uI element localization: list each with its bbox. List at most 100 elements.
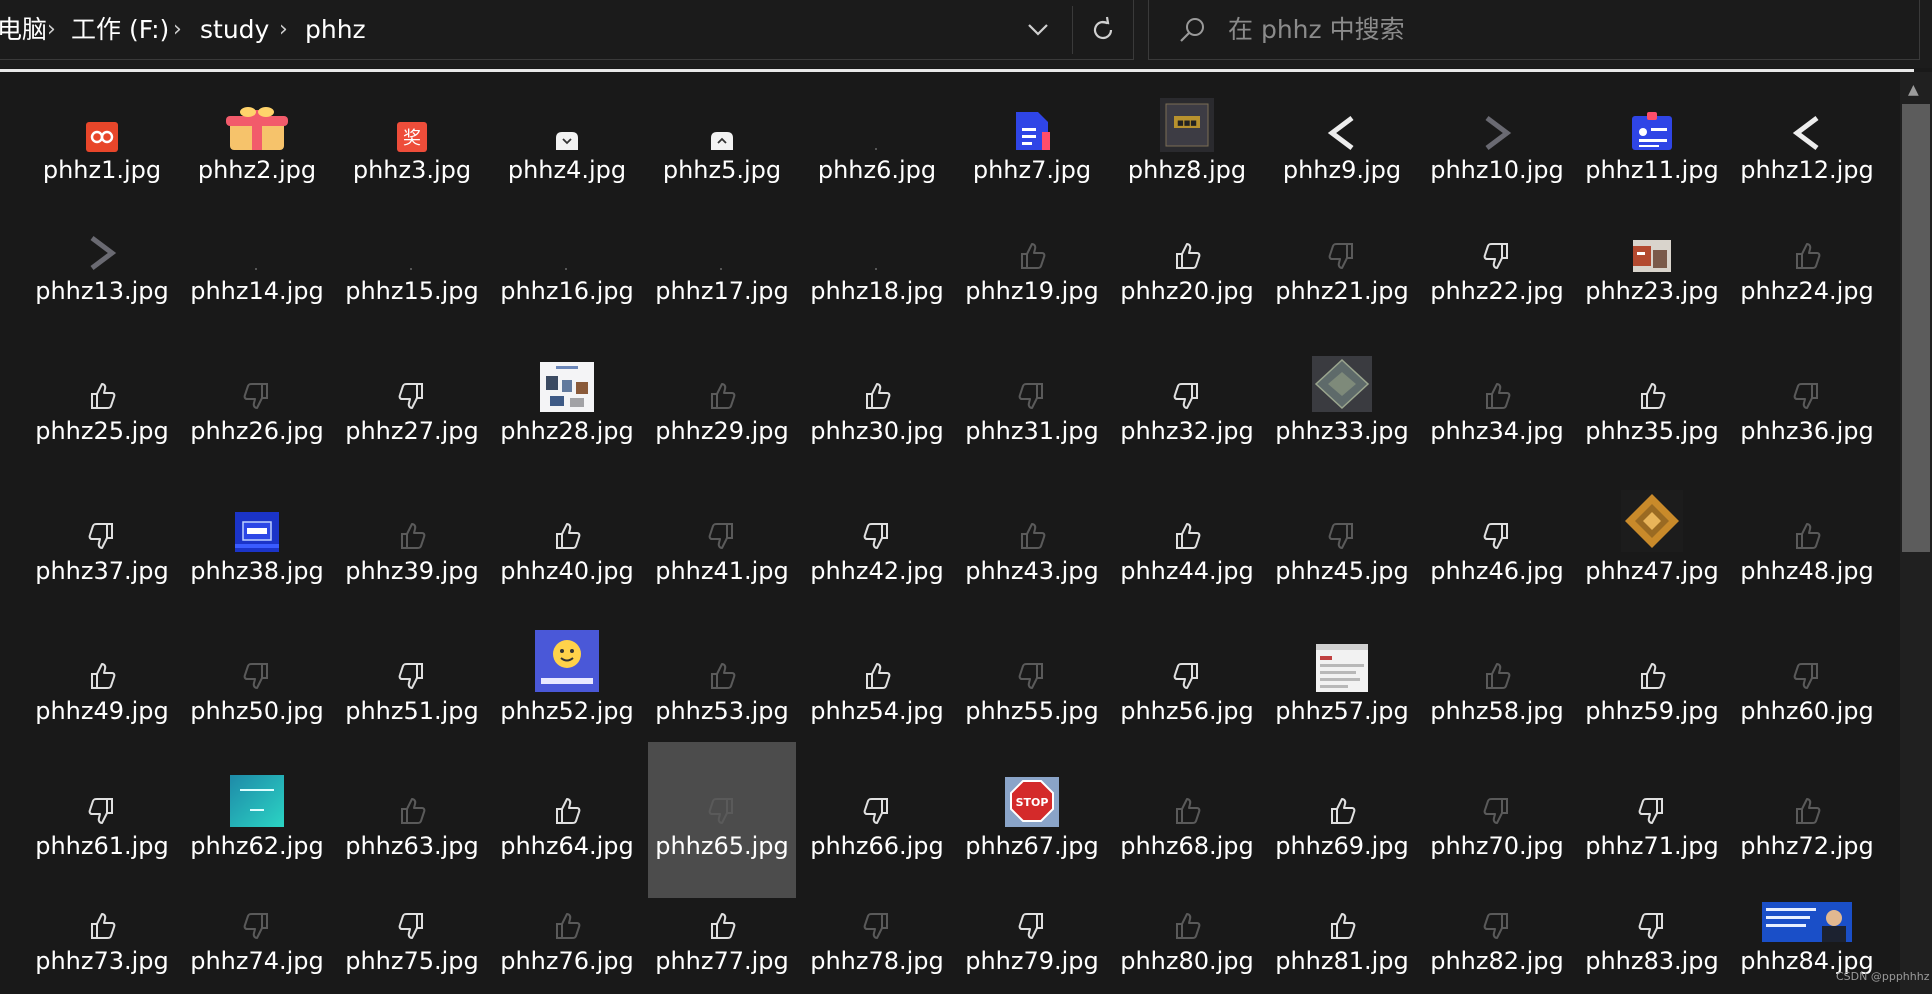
file-thumbnail [1113, 352, 1261, 412]
file-thumbnail [1733, 212, 1881, 272]
svg-text:奖: 奖 [403, 128, 421, 149]
file-item[interactable]: phhz78.jpg [803, 857, 951, 994]
file-item[interactable]: phhz82.jpg [1423, 857, 1571, 994]
file-item[interactable]: phhz28.jpg [493, 322, 641, 483]
file-item[interactable]: phhz13.jpg [28, 187, 176, 343]
file-name: phhz1.jpg [42, 156, 162, 184]
file-item[interactable]: phhz27.jpg [338, 322, 486, 483]
file-item[interactable]: phhz42.jpg [803, 462, 951, 623]
file-item[interactable]: phhz60.jpg [1733, 602, 1881, 763]
vertical-scrollbar[interactable]: ▲ [1900, 72, 1932, 994]
file-name: phhz25.jpg [35, 417, 169, 445]
file-item[interactable]: phhz14.jpg [183, 187, 331, 343]
file-item[interactable]: phhz48.jpg [1733, 462, 1881, 623]
file-item[interactable]: phhz81.jpg [1268, 857, 1416, 994]
file-item[interactable]: phhz76.jpg [493, 857, 641, 994]
file-item[interactable]: phhz77.jpg [648, 857, 796, 994]
search-input[interactable]: 在 phhz 中搜索 [1228, 14, 1405, 46]
file-item[interactable]: phhz79.jpg [958, 857, 1106, 994]
file-item[interactable]: phhz55.jpg [958, 602, 1106, 763]
file-name: phhz32.jpg [1120, 417, 1254, 445]
file-item[interactable]: phhz37.jpg [28, 462, 176, 623]
file-name: phhz30.jpg [810, 417, 944, 445]
file-item[interactable]: phhz80.jpg [1113, 857, 1261, 994]
file-item[interactable]: phhz30.jpg [803, 322, 951, 483]
file-name: phhz21.jpg [1275, 277, 1409, 305]
file-item[interactable]: phhz33.jpg [1268, 322, 1416, 483]
address-bar[interactable]: 电脑 › 工作 (F:) › study › phhz [0, 0, 1134, 60]
file-item[interactable]: phhz52.jpg [493, 602, 641, 763]
file-item[interactable]: phhz73.jpg [28, 857, 176, 994]
file-thumbnail [648, 767, 796, 827]
file-grid[interactable]: phhz1.jpg phhz2.jpg 奖 phhz3.jpg phhz4.jpg phh… [0, 72, 1900, 994]
file-item[interactable]: phhz35.jpg [1578, 322, 1726, 483]
file-item[interactable]: phhz57.jpg [1268, 602, 1416, 763]
file-thumbnail [28, 632, 176, 692]
file-item[interactable]: phhz36.jpg [1733, 322, 1881, 483]
file-item[interactable]: phhz17.jpg [648, 187, 796, 343]
file-item[interactable]: phhz24.jpg [1733, 187, 1881, 343]
file-item[interactable]: phhz29.jpg [648, 322, 796, 483]
file-name: phhz7.jpg [972, 156, 1092, 184]
file-thumbnail [28, 212, 176, 272]
chevron-down-icon[interactable] [1023, 14, 1053, 46]
breadcrumb-drive[interactable]: 工作 (F:) [71, 14, 169, 46]
file-item[interactable]: phhz51.jpg [338, 602, 486, 763]
file-item[interactable]: phhz74.jpg [183, 857, 331, 994]
file-item[interactable]: phhz54.jpg [803, 602, 951, 763]
file-thumbnail [1423, 632, 1571, 692]
breadcrumb-study[interactable]: study [200, 14, 269, 46]
file-item[interactable]: phhz20.jpg [1113, 187, 1261, 343]
file-item[interactable]: phhz23.jpg [1578, 187, 1726, 343]
search-box[interactable]: 在 phhz 中搜索 [1148, 0, 1920, 60]
file-item[interactable]: phhz49.jpg [28, 602, 176, 763]
file-name: phhz39.jpg [345, 557, 479, 585]
file-item[interactable]: phhz16.jpg [493, 187, 641, 343]
file-item[interactable]: phhz32.jpg [1113, 322, 1261, 483]
scrollbar-thumb[interactable] [1902, 104, 1930, 552]
file-item[interactable]: phhz46.jpg [1423, 462, 1571, 623]
file-item[interactable]: phhz31.jpg [958, 322, 1106, 483]
file-thumbnail [803, 212, 951, 272]
file-item[interactable]: phhz56.jpg [1113, 602, 1261, 763]
file-name: phhz17.jpg [655, 277, 789, 305]
file-thumbnail [648, 492, 796, 552]
file-thumbnail [338, 212, 486, 272]
file-item[interactable]: phhz53.jpg [648, 602, 796, 763]
file-item[interactable]: phhz25.jpg [28, 322, 176, 483]
scroll-up-icon[interactable]: ▲ [1908, 82, 1919, 98]
file-thumbnail [958, 882, 1106, 942]
file-name: phhz4.jpg [507, 156, 627, 184]
file-item[interactable]: phhz34.jpg [1423, 322, 1571, 483]
file-item[interactable]: phhz39.jpg [338, 462, 486, 623]
file-item[interactable]: phhz43.jpg [958, 462, 1106, 623]
breadcrumb-separator[interactable]: › [173, 15, 182, 45]
file-item[interactable]: phhz58.jpg [1423, 602, 1571, 763]
file-item[interactable]: phhz41.jpg [648, 462, 796, 623]
file-item[interactable]: phhz26.jpg [183, 322, 331, 483]
breadcrumb-this-pc[interactable]: 电脑 [0, 14, 47, 46]
file-name: phhz15.jpg [345, 277, 479, 305]
breadcrumb-phhz[interactable]: phhz [305, 14, 366, 46]
file-thumbnail [648, 92, 796, 152]
file-item[interactable]: phhz50.jpg [183, 602, 331, 763]
file-item[interactable]: phhz22.jpg [1423, 187, 1571, 343]
file-item[interactable]: phhz15.jpg [338, 187, 486, 343]
file-item[interactable]: phhz40.jpg [493, 462, 641, 623]
file-thumbnail [1578, 490, 1726, 552]
file-item[interactable]: phhz19.jpg [958, 187, 1106, 343]
file-thumbnail [1268, 212, 1416, 272]
file-item[interactable]: phhz45.jpg [1268, 462, 1416, 623]
file-item[interactable]: phhz47.jpg [1578, 462, 1726, 623]
file-thumbnail [803, 92, 951, 152]
breadcrumb-separator[interactable]: › [279, 15, 288, 45]
file-item[interactable]: phhz38.jpg [183, 462, 331, 623]
file-item[interactable]: phhz59.jpg [1578, 602, 1726, 763]
file-item[interactable]: phhz18.jpg [803, 187, 951, 343]
file-item[interactable]: phhz75.jpg [338, 857, 486, 994]
file-item[interactable]: phhz44.jpg [1113, 462, 1261, 623]
file-item[interactable]: phhz21.jpg [1268, 187, 1416, 343]
refresh-icon[interactable] [1083, 12, 1123, 48]
file-item[interactable]: phhz83.jpg [1578, 857, 1726, 994]
breadcrumb-separator[interactable]: › [47, 15, 56, 45]
